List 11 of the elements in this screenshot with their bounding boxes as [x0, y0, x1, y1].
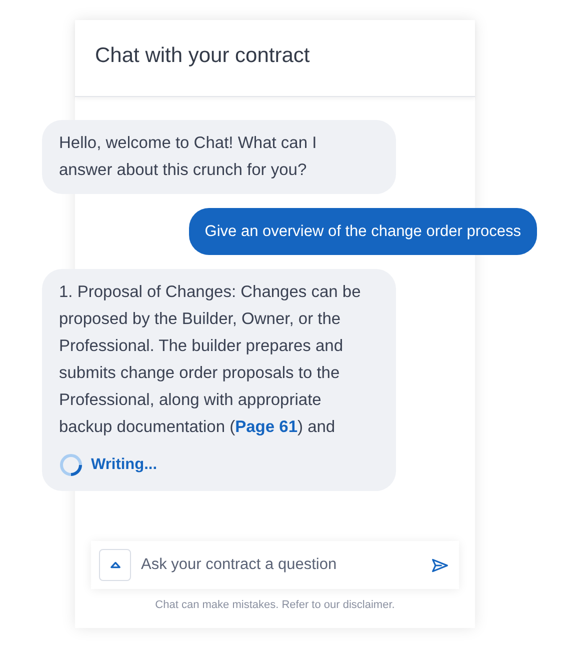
- expand-button[interactable]: [99, 549, 131, 581]
- writing-status: Writing...: [91, 456, 158, 474]
- disclaimer-text: Chat can make mistakes. Refer to our disclaimer.: [155, 599, 395, 611]
- chat-title: Chat with your contract: [95, 44, 310, 67]
- message-text: Hello, welcome to Chat! What can I answer about this crunch for you?: [59, 133, 318, 181]
- message-text: 1. Proposal of Changes: Changes can be proposed by the Builder, Owner, or the Professional. The builder prepares and submits change order proposals to the Professional, along with appropriate backup documentation (Page 61) and: [59, 282, 362, 438]
- page-link[interactable]: Page 61: [235, 418, 298, 436]
- message-text: Give an overview of the change order process: [204, 222, 521, 242]
- caret-up-icon: [110, 561, 120, 569]
- send-icon[interactable]: [431, 558, 449, 572]
- loading-spinner-icon: [59, 453, 83, 477]
